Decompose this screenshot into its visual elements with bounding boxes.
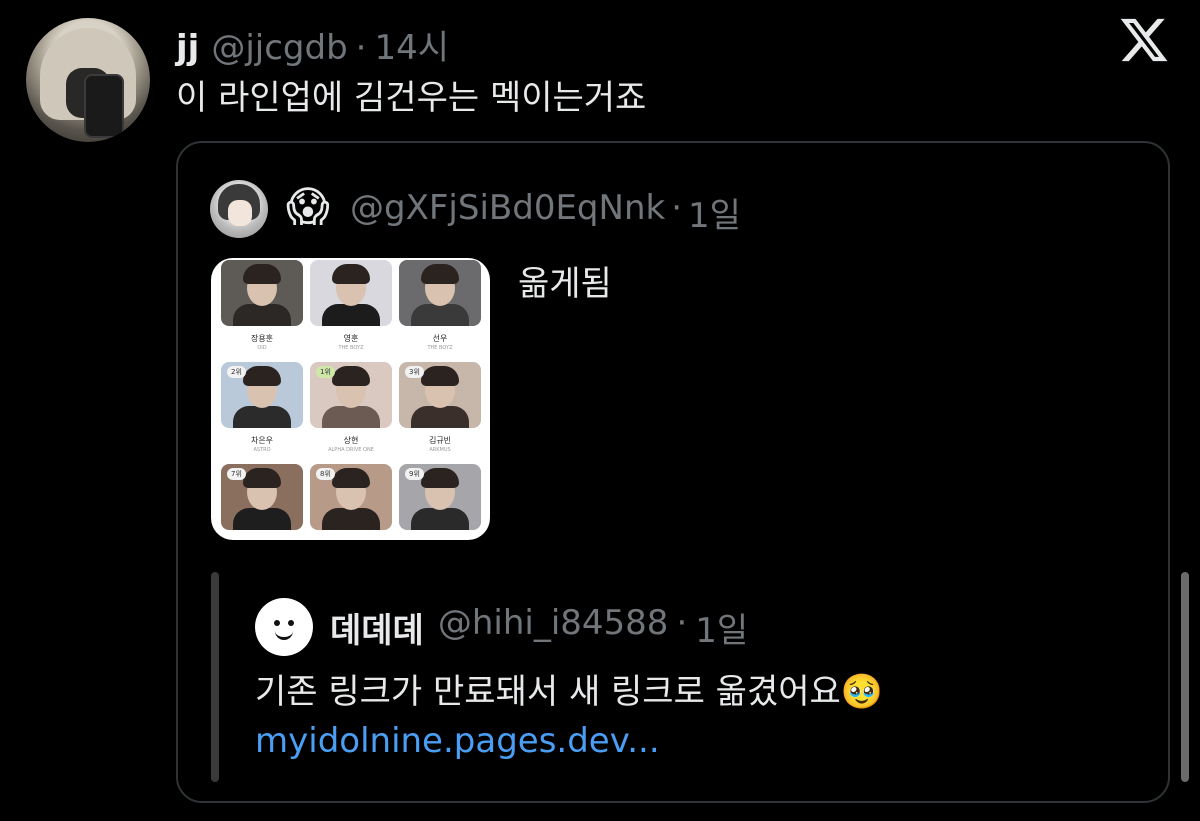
nested-link[interactable]: myidolnine.pages.dev... xyxy=(255,721,660,761)
rank-badge: 7위 xyxy=(227,468,246,480)
idol-name: 차은우 xyxy=(250,436,274,445)
idol-photo xyxy=(310,260,392,326)
idol-card: 9위 xyxy=(399,464,481,540)
idol-photo: 7위 xyxy=(221,464,303,530)
quote-avatar[interactable] xyxy=(210,180,268,238)
nested-quote-bar xyxy=(211,572,219,782)
idol-photo: 8위 xyxy=(310,464,392,530)
display-name[interactable]: jj xyxy=(176,28,199,68)
idol-name: 장용훈 xyxy=(250,334,274,343)
idol-card: 1위상현 ALPHA DRIVE ONE xyxy=(310,362,392,464)
idol-card: 7위 xyxy=(221,464,303,540)
quote-timestamp[interactable]: 1일 xyxy=(688,188,741,237)
idol-group: THE BOYZ xyxy=(338,345,364,351)
nested-avatar[interactable] xyxy=(255,598,313,656)
nested-header: 뎨뎨뎨 @hihi_i84588 · 1일 xyxy=(330,603,748,652)
nested-handle[interactable]: @hihi_i84588 xyxy=(438,603,669,652)
idol-group: OID xyxy=(257,345,267,351)
idol-card: 영훈 THE BOYZ xyxy=(310,260,392,362)
rank-badge: 9위 xyxy=(405,468,424,480)
separator-dot: · xyxy=(671,188,682,228)
rank-badge: 8위 xyxy=(316,468,335,480)
nested-display-name[interactable]: 뎨뎨뎨 xyxy=(330,603,424,652)
idol-photo xyxy=(399,260,481,326)
separator-dot: · xyxy=(355,28,367,68)
idol-ranking-grid: 장용훈 OID 영훈 THE BOYZ 선우 THE BOYZ 2위차은우 ASTRO 1위상현… xyxy=(221,260,481,540)
nested-timestamp[interactable]: 1일 xyxy=(695,603,748,652)
quote-image[interactable]: 장용훈 OID 영훈 THE BOYZ 선우 THE BOYZ 2위차은우 ASTRO 1위상현… xyxy=(211,258,490,540)
separator-dot: · xyxy=(676,603,688,643)
quote-display-name-emoji: 😱 xyxy=(286,182,330,231)
rank-badge: 3위 xyxy=(405,366,424,378)
idol-group: ARKMUS xyxy=(429,447,451,453)
scrollbar[interactable] xyxy=(1181,572,1189,782)
idol-card: 3위김규빈 ARKMUS xyxy=(399,362,481,464)
idol-group: THE BOYZ xyxy=(427,345,453,351)
timestamp[interactable]: 14시 xyxy=(374,20,449,69)
idol-group: ASTRO xyxy=(253,447,271,453)
tweet-text: 이 라인업에 김건우는 멕이는거죠 xyxy=(176,78,647,118)
quote-handle[interactable]: @gXFjSiBd0EqNnk xyxy=(350,188,665,237)
avatar[interactable] xyxy=(26,18,150,142)
rank-badge: 1위 xyxy=(316,366,335,378)
idol-name: 영훈 xyxy=(343,334,359,343)
idol-group: ALPHA DRIVE ONE xyxy=(328,447,374,453)
idol-name: 상현 xyxy=(343,436,359,445)
idol-card: 장용훈 OID xyxy=(221,260,303,362)
nested-text: 기존 링크가 만료돼서 새 링크로 옮겼어요🥹 xyxy=(255,672,884,712)
idol-photo: 3위 xyxy=(399,362,481,428)
idol-photo: 2위 xyxy=(221,362,303,428)
idol-photo: 9위 xyxy=(399,464,481,530)
idol-name: 김규빈 xyxy=(428,436,452,445)
quote-text: 옮게됨 xyxy=(518,264,612,304)
idol-card: 선우 THE BOYZ xyxy=(399,260,481,362)
quote-header: @gXFjSiBd0EqNnk · 1일 xyxy=(350,188,741,237)
x-logo-icon xyxy=(1120,18,1168,62)
idol-name: 선우 xyxy=(432,334,448,343)
idol-photo: 1위 xyxy=(310,362,392,428)
rank-badge: 2위 xyxy=(227,366,246,378)
tweet-header: jj @jjcgdb · 14시 xyxy=(176,20,449,68)
idol-photo xyxy=(221,260,303,326)
idol-card: 2위차은우 ASTRO xyxy=(221,362,303,464)
handle[interactable]: @jjcgdb xyxy=(211,28,347,68)
idol-card: 8위 xyxy=(310,464,392,540)
